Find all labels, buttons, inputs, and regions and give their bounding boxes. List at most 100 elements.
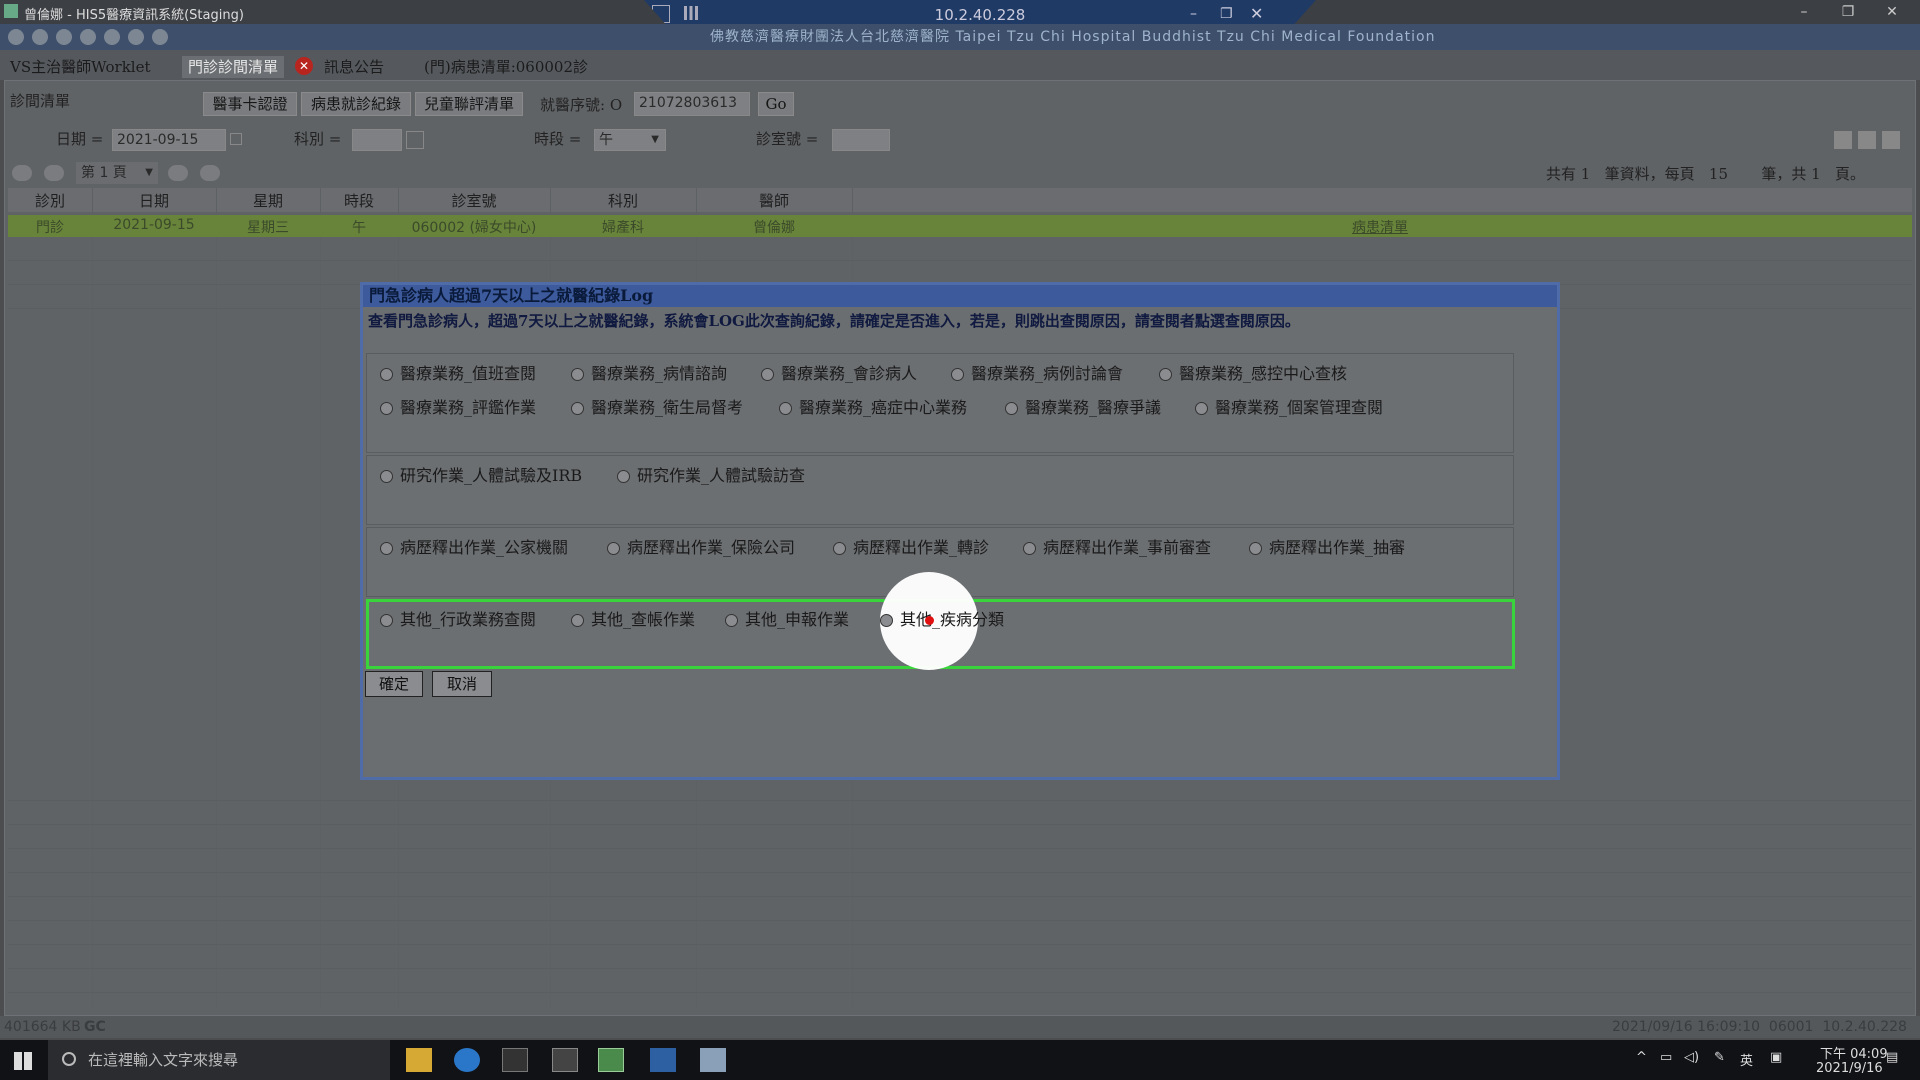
go-button[interactable]: Go <box>758 92 794 116</box>
patient-history-button[interactable]: 病患就診紀錄 <box>301 92 411 116</box>
radio-health-bureau[interactable]: 醫療業務_衛生局督考 <box>571 394 743 417</box>
grid-divider <box>320 188 321 1008</box>
notification-icon[interactable]: ▤ <box>1886 1050 1898 1065</box>
radio-duty-review[interactable]: 醫療業務_值班查閱 <box>380 360 536 383</box>
cancel-button[interactable]: 取消 <box>432 671 492 697</box>
file-explorer-icon[interactable] <box>406 1048 432 1072</box>
toolbar-info-icon[interactable] <box>80 29 96 45</box>
remote-desktop-icon[interactable] <box>650 1048 676 1072</box>
gc-button[interactable]: GC <box>84 1019 106 1035</box>
chevron-down-icon: ▼ <box>651 134 659 145</box>
col-header-weekday[interactable]: 星期 <box>216 190 320 211</box>
export-icon[interactable] <box>1882 131 1900 149</box>
radio-release-insurance[interactable]: 病歷釋出作業_保險公司 <box>607 534 796 557</box>
minimize-button[interactable]: – <box>1782 0 1826 24</box>
radio-case-conference[interactable]: 醫療業務_病例討論會 <box>951 360 1123 383</box>
radio-release-audit[interactable]: 病歷釋出作業_抽審 <box>1249 534 1405 557</box>
clock-date[interactable]: 2021/9/16 <box>1816 1061 1883 1076</box>
radio-infection-control[interactable]: 醫療業務_感控中心查核 <box>1159 360 1348 383</box>
tab-patient-list[interactable]: (門)病患清單:060002診 <box>418 56 594 78</box>
next-page-icon[interactable] <box>168 165 188 181</box>
col-header-dept[interactable]: 科別 <box>550 190 696 211</box>
pen-icon[interactable]: ✎ <box>1714 1050 1725 1065</box>
last-page-icon[interactable] <box>200 165 220 181</box>
first-page-icon[interactable] <box>12 165 32 181</box>
radio-label: 醫療業務_感控中心查核 <box>1179 364 1348 383</box>
toolbar-wrench-icon[interactable] <box>128 29 144 45</box>
room-input[interactable] <box>832 129 890 151</box>
grid-row-line <box>8 872 1912 873</box>
col-header-room[interactable]: 診室號 <box>398 190 550 211</box>
card-auth-button[interactable]: 醫事卡認證 <box>203 92 297 116</box>
cell-type: 門診 <box>36 220 64 236</box>
volume-icon[interactable]: ◁) <box>1684 1050 1699 1065</box>
rdp-restore-button[interactable]: ❐ <box>1220 6 1233 22</box>
powershell-icon[interactable] <box>552 1048 578 1072</box>
network-icon[interactable]: ▭ <box>1660 1050 1672 1065</box>
rdp-minimize-button[interactable]: – <box>1190 6 1197 22</box>
dept-lookup-button[interactable] <box>406 131 424 149</box>
toolbar-home-icon[interactable] <box>8 29 24 45</box>
col-header-session[interactable]: 時段 <box>320 190 398 211</box>
col-header-type[interactable]: 診別 <box>8 190 92 211</box>
radio-consultation[interactable]: 醫療業務_病情諮詢 <box>571 360 727 383</box>
cell-dept: 婦產科 <box>602 220 644 236</box>
radio-label: 病歷釋出作業_保險公司 <box>627 538 796 557</box>
ime-mode-icon[interactable]: ▣ <box>1770 1050 1782 1065</box>
visit-no-input[interactable]: 21072803613 <box>634 92 750 116</box>
calendar-icon[interactable] <box>230 133 242 145</box>
grid-row-line <box>8 992 1912 993</box>
radio-release-prereview[interactable]: 病歷釋出作業_事前審查 <box>1023 534 1211 557</box>
col-header-doctor[interactable]: 醫師 <box>696 190 852 211</box>
radio-irb[interactable]: 研究作業_人體試驗及IRB <box>380 462 582 485</box>
taskbar-search-input[interactable]: 在這裡輸入文字來搜尋 <box>48 1040 390 1080</box>
session-select[interactable]: 午 ▼ <box>594 129 666 151</box>
grid-view-icon[interactable] <box>1834 131 1852 149</box>
maximize-button[interactable]: ❐ <box>1826 0 1870 24</box>
prev-page-icon[interactable] <box>44 165 64 181</box>
dept-label: 科別 = <box>294 130 342 148</box>
grid-row-line <box>8 944 1912 945</box>
tab-announcements[interactable]: 訊息公告 <box>318 56 390 78</box>
toolbar-settings-icon[interactable] <box>32 29 48 45</box>
tab-close-icon[interactable]: ✕ <box>295 57 313 75</box>
windows-start-icon[interactable] <box>14 1052 32 1070</box>
toolbar-tools-icon[interactable] <box>56 29 72 45</box>
radio-disease-classification[interactable]: 其他_疾病分類 <box>880 606 1004 629</box>
patient-list-link[interactable]: 病患清單 <box>1300 217 1460 237</box>
rdp-close-button[interactable]: ✕ <box>1250 4 1263 23</box>
toolbar-exit-icon[interactable] <box>152 29 168 45</box>
radio-release-referral[interactable]: 病歷釋出作業_轉診 <box>833 534 989 557</box>
grid-divider <box>216 188 217 1008</box>
section-title: 診間清單 <box>10 92 71 110</box>
radio-cancer-center[interactable]: 醫療業務_癌症中心業務 <box>779 394 967 417</box>
radio-label: 醫療業務_個案管理查閱 <box>1215 398 1384 417</box>
clock-time[interactable]: 下午 04:09 <box>1820 1043 1888 1062</box>
tray-chevron-icon[interactable]: ^ <box>1636 1050 1647 1065</box>
edit-icon[interactable] <box>1858 131 1876 149</box>
radio-release-government[interactable]: 病歷釋出作業_公家機關 <box>380 534 569 557</box>
radio-trial-visit[interactable]: 研究作業_人體試驗訪查 <box>617 462 805 485</box>
radio-case-management[interactable]: 醫療業務_個案管理查閱 <box>1195 394 1384 417</box>
radio-medical-dispute[interactable]: 醫療業務_醫療爭議 <box>1005 394 1161 417</box>
col-header-date[interactable]: 日期 <box>92 190 216 211</box>
date-input[interactable]: 2021-09-15 <box>112 129 226 151</box>
page-select[interactable]: 第 1 頁 ▼ <box>76 162 158 184</box>
his5-app-icon[interactable] <box>598 1048 624 1072</box>
child-eval-list-button[interactable]: 兒童聯評清單 <box>415 92 523 116</box>
radio-accreditation[interactable]: 醫療業務_評鑑作業 <box>380 394 536 417</box>
dept-input[interactable] <box>352 129 402 151</box>
toolbar-bulb-icon[interactable] <box>104 29 120 45</box>
radio-consult-patient[interactable]: 醫療業務_會診病人 <box>761 360 917 383</box>
tab-clinic-list[interactable]: 門診診間清單 <box>182 56 285 78</box>
pager-summary: 共有 1 筆資料，每頁 15 筆，共 1 頁。 <box>1546 165 1866 183</box>
ie-browser-icon[interactable] <box>454 1048 480 1072</box>
ime-indicator[interactable]: 英 <box>1740 1050 1753 1069</box>
terminal-icon[interactable] <box>502 1048 528 1072</box>
banner-text: 佛教慈濟醫療財團法人台北慈濟醫院 Taipei Tzu Chi Hospital… <box>710 29 1436 45</box>
app-icon[interactable] <box>700 1048 726 1072</box>
close-button[interactable]: ✕ <box>1870 0 1914 24</box>
tab-vs-worklet[interactable]: VS主治醫師Worklet <box>4 56 157 78</box>
radio-label: 病歷釋出作業_公家機關 <box>400 538 569 557</box>
ok-button[interactable]: 確定 <box>365 671 423 697</box>
